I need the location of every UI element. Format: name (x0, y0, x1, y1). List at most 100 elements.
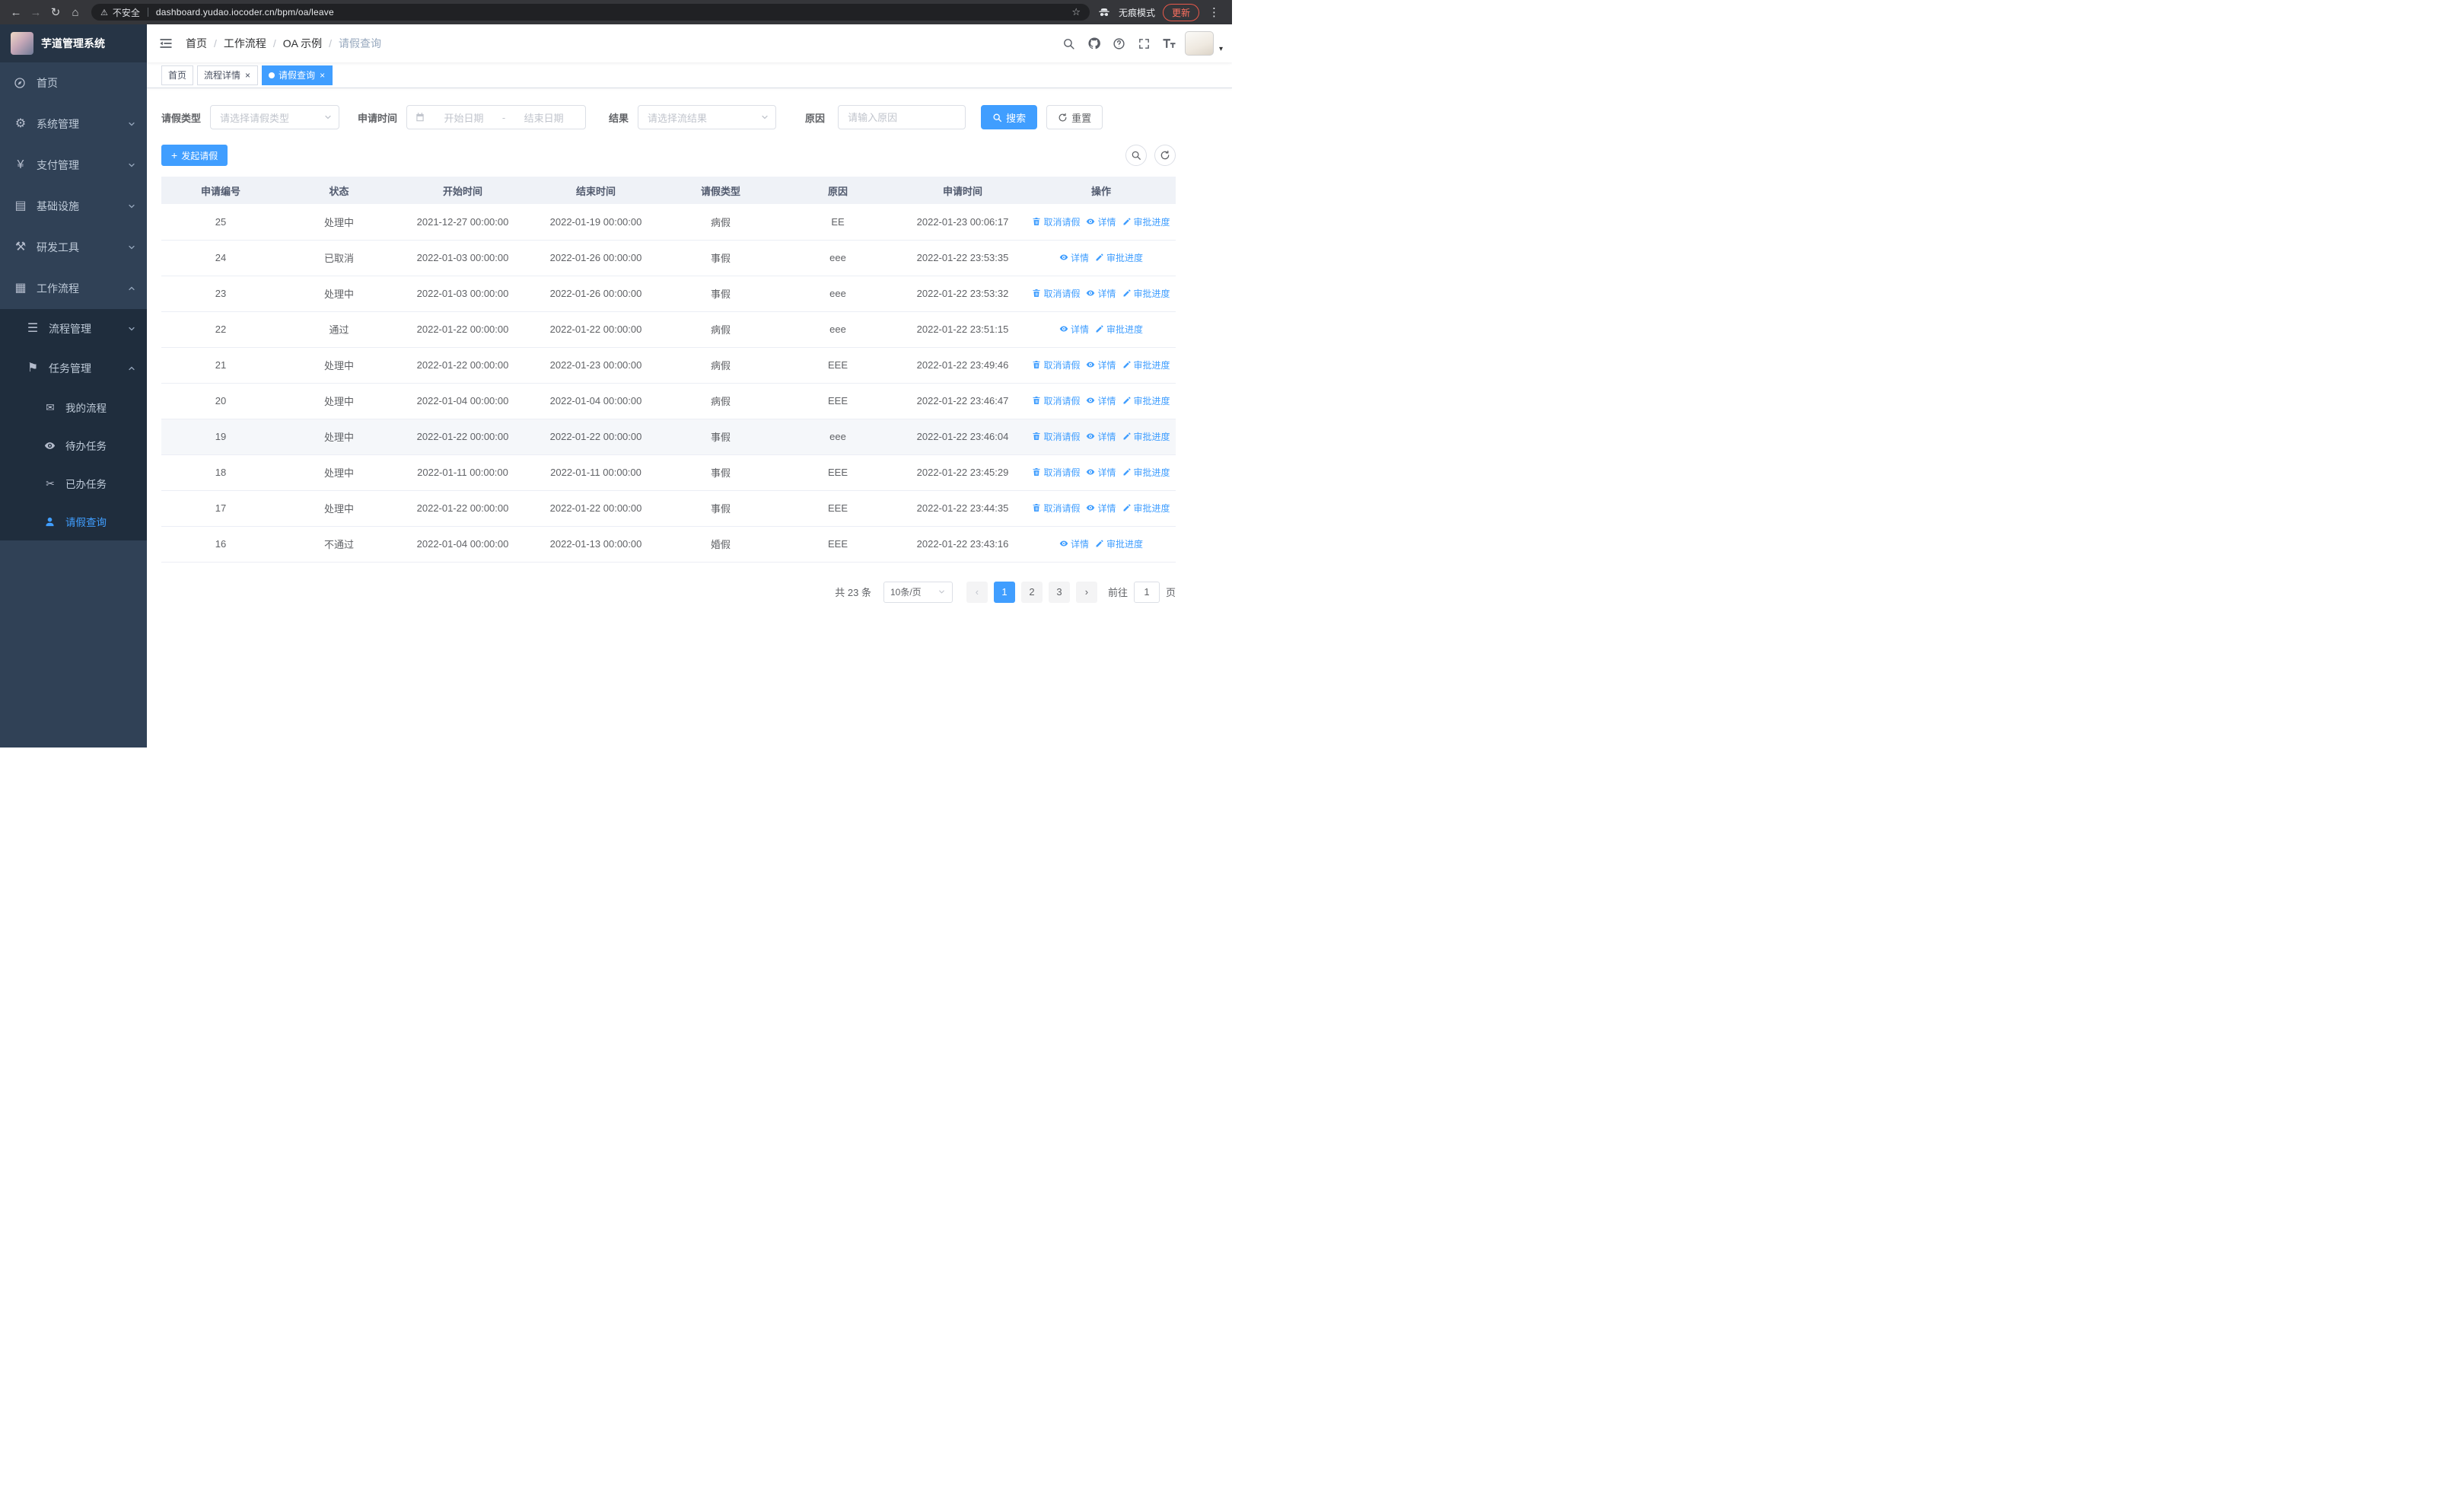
detail-action-link[interactable]: 详情 (1059, 251, 1089, 264)
browser-forward-icon[interactable]: → (26, 2, 46, 22)
progress-action-link[interactable]: 审批进度 (1122, 502, 1170, 515)
delete-icon (1033, 361, 1040, 369)
app-logo-row[interactable]: 芋道管理系统 (0, 24, 147, 62)
result-select[interactable]: 请选择流结果 (638, 105, 777, 129)
detail-action-link[interactable]: 详情 (1086, 287, 1116, 300)
breadcrumb-item[interactable]: OA 示例 (283, 36, 322, 51)
close-icon[interactable]: × (244, 71, 251, 80)
tab-home[interactable]: 首页 (161, 65, 194, 85)
cancel-action-link[interactable]: 取消请假 (1032, 215, 1080, 228)
progress-action-link[interactable]: 审批进度 (1122, 394, 1170, 407)
sidebar-item-todo-tasks[interactable]: 待办任务 (0, 426, 147, 464)
reason-input[interactable] (838, 105, 966, 129)
search-button[interactable]: 搜索 (981, 105, 1038, 129)
detail-action-link[interactable]: 详情 (1086, 359, 1116, 371)
caret-down-icon[interactable]: ▾ (1219, 45, 1223, 53)
cancel-action-link[interactable]: 取消请假 (1032, 502, 1080, 515)
reset-button[interactable]: 重置 (1046, 105, 1103, 129)
sidebar-item-my-process[interactable]: ✉ 我的流程 (0, 388, 147, 426)
github-icon[interactable] (1084, 33, 1104, 53)
fullscreen-icon[interactable] (1135, 33, 1154, 53)
sidebar-item-payment[interactable]: ¥ 支付管理 (0, 145, 147, 186)
leave-type-select[interactable]: 请选择请假类型 (210, 105, 340, 129)
sidebar-item-workflow[interactable]: ▦ 工作流程 (0, 268, 147, 309)
progress-action-link[interactable]: 审批进度 (1122, 287, 1170, 300)
prev-page-button[interactable]: ‹ (966, 581, 988, 603)
browser-home-icon[interactable]: ⌂ (65, 2, 85, 22)
sidebar-item-devtools[interactable]: ⚒ 研发工具 (0, 227, 147, 268)
update-button[interactable]: 更新 (1162, 3, 1199, 21)
progress-action-link[interactable]: 审批进度 (1122, 215, 1170, 228)
progress-action-link[interactable]: 审批进度 (1095, 323, 1143, 336)
yen-icon: ¥ (17, 158, 24, 171)
browser-menu-icon[interactable]: ⋮ (1207, 5, 1221, 19)
cell-reason: eee (777, 311, 899, 348)
detail-action-link[interactable]: 详情 (1086, 430, 1116, 443)
table-refresh-button[interactable] (1154, 145, 1176, 166)
progress-action-link[interactable]: 审批进度 (1122, 359, 1170, 371)
detail-action-link[interactable]: 详情 (1086, 466, 1116, 479)
progress-action-link[interactable]: 审批进度 (1122, 430, 1170, 443)
browser-reload-icon[interactable]: ↻ (46, 2, 65, 22)
cell-reason: EEE (777, 347, 899, 384)
breadcrumb-item[interactable]: 工作流程 (224, 36, 266, 51)
search-icon[interactable] (1059, 33, 1079, 53)
avatar[interactable] (1184, 31, 1214, 56)
breadcrumb-item[interactable]: 首页 (186, 36, 207, 51)
sidebar-item-label: 工作流程 (37, 282, 79, 295)
detail-action-link[interactable]: 详情 (1086, 215, 1116, 228)
next-page-button[interactable]: › (1075, 581, 1097, 603)
close-icon[interactable]: × (319, 71, 326, 80)
progress-action-link[interactable]: 审批进度 (1095, 251, 1143, 264)
sidebar-item-system[interactable]: ⚙ 系统管理 (0, 104, 147, 145)
cell-end-time: 2022-01-13 00:00:00 (527, 526, 664, 563)
action-label: 取消请假 (1043, 431, 1081, 442)
finished-icon: ✂ (46, 477, 55, 489)
sidebar-collapse-icon[interactable] (158, 36, 173, 51)
sidebar-item-home[interactable]: 首页 (0, 62, 147, 104)
progress-action-link[interactable]: 审批进度 (1122, 466, 1170, 479)
chevron-down-icon (127, 243, 136, 252)
detail-action-link[interactable]: 详情 (1086, 502, 1116, 515)
sidebar-item-task-management[interactable]: ⚑ 任务管理 (0, 349, 147, 388)
cancel-action-link[interactable]: 取消请假 (1032, 359, 1080, 371)
action-label: 审批进度 (1106, 538, 1144, 550)
cell-id: 16 (161, 526, 280, 563)
goto-page-input[interactable] (1133, 581, 1160, 603)
browser-back-icon[interactable]: ← (6, 2, 26, 22)
cancel-action-link[interactable]: 取消请假 (1032, 466, 1080, 479)
table-search-toggle-button[interactable] (1125, 145, 1147, 166)
incognito-icon (1097, 5, 1111, 19)
progress-action-link[interactable]: 审批进度 (1095, 537, 1143, 550)
apply-time-range-picker[interactable]: 开始日期 - 结束日期 (406, 105, 587, 129)
page-button-2[interactable]: 2 (1020, 581, 1043, 603)
page-button-3[interactable]: 3 (1048, 581, 1070, 603)
create-leave-button[interactable]: + 发起请假 (161, 145, 228, 166)
sidebar-item-infrastructure[interactable]: ▤ 基础设施 (0, 186, 147, 227)
detail-action-link[interactable]: 详情 (1086, 394, 1116, 407)
sidebar-item-done-tasks[interactable]: ✂ 已办任务 (0, 464, 147, 502)
detail-action-link[interactable]: 详情 (1059, 537, 1089, 550)
browser-toolbar: ← → ↻ ⌂ ⚠ 不安全 dashboard.yudao.iocoder.cn… (0, 0, 1232, 24)
chevron-down-icon (760, 113, 769, 122)
column-header: 请假类型 (664, 177, 777, 204)
sidebar-item-process-management[interactable]: ☰ 流程管理 (0, 309, 147, 349)
eye-icon (1087, 505, 1095, 511)
font-size-icon[interactable] (1160, 33, 1179, 53)
table-row: 24 已取消 2022-01-03 00:00:00 2022-01-26 00… (161, 240, 1176, 276)
action-label: 取消请假 (1043, 502, 1081, 514)
tab-leave-query[interactable]: 请假查询 × (262, 65, 333, 85)
help-icon[interactable] (1109, 33, 1129, 53)
cancel-action-link[interactable]: 取消请假 (1032, 287, 1080, 300)
tab-process-detail[interactable]: 流程详情 × (197, 65, 259, 85)
sidebar-item-leave-query[interactable]: 请假查询 (0, 502, 147, 540)
cancel-action-link[interactable]: 取消请假 (1032, 430, 1080, 443)
cancel-action-link[interactable]: 取消请假 (1032, 394, 1080, 407)
detail-action-link[interactable]: 详情 (1059, 323, 1089, 336)
address-bar[interactable]: ⚠ 不安全 dashboard.yudao.iocoder.cn/bpm/oa/… (91, 4, 1090, 21)
page-size-select[interactable]: 10条/页 (883, 581, 953, 603)
action-label: 审批进度 (1106, 324, 1144, 335)
cell-end-time: 2022-01-04 00:00:00 (527, 383, 664, 419)
page-button-1[interactable]: 1 (993, 581, 1015, 603)
bookmark-star-icon[interactable]: ☆ (1071, 6, 1081, 18)
